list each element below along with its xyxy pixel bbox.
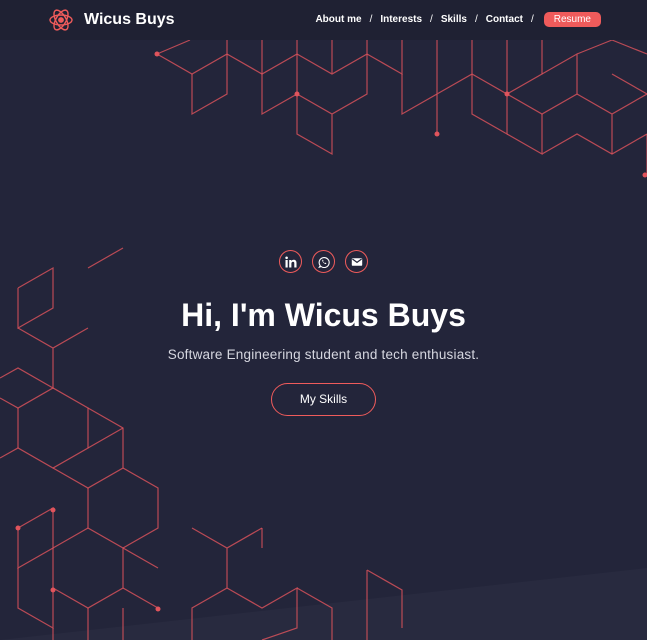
hero-section: Hi, I'm Wicus Buys Software Engineering … [0,250,647,416]
background-bottom-shade [0,568,647,640]
nav-link-about[interactable]: About me [315,14,361,25]
linkedin-button[interactable] [279,250,302,273]
navbar: Wicus Buys About me / Interests / Skills… [0,0,647,40]
hex-pattern-top [156,39,647,175]
whatsapp-button[interactable] [312,250,335,273]
nav-link-interests[interactable]: Interests [380,14,422,25]
nav-separator: / [369,14,373,25]
nav-menu: About me / Interests / Skills / Contact … [315,12,601,27]
brand-link[interactable]: Wicus Buys [48,7,175,33]
hero-subtitle: Software Engineering student and tech en… [167,347,480,362]
nav-link-contact[interactable]: Contact [486,14,523,25]
social-links [0,250,647,273]
mail-icon [351,257,362,266]
hero-title: Hi, I'm Wicus Buys [181,297,466,333]
nav-separator: / [530,14,534,25]
nav-link-skills[interactable]: Skills [441,14,467,25]
hex-pattern-top-nodes [154,51,647,178]
linkedin-icon [284,256,296,267]
email-button[interactable] [345,250,368,273]
my-skills-button[interactable]: My Skills [271,383,376,416]
nav-separator: / [430,14,433,25]
nav-separator: / [474,14,478,25]
brand-name: Wicus Buys [84,11,175,28]
atom-logo-icon [49,9,73,31]
whatsapp-icon [317,256,330,268]
resume-button[interactable]: Resume [543,12,601,27]
